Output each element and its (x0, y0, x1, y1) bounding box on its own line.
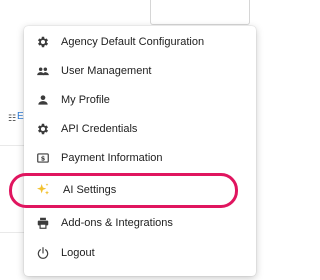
svg-text:$: $ (41, 154, 46, 162)
menu-item-logout[interactable]: Logout (24, 238, 248, 267)
background-link[interactable]: E (17, 111, 24, 122)
menu-item-user-management[interactable]: User Management (24, 56, 248, 85)
settings-dropdown-menu: Agency Default Configuration User Manage… (24, 26, 256, 276)
menu-item-label: API Credentials (61, 122, 138, 135)
power-icon (35, 245, 51, 261)
gear-icon (35, 121, 51, 137)
menu-item-label: Payment Information (61, 151, 163, 164)
menu-item-agency-default-configuration[interactable]: Agency Default Configuration (24, 27, 248, 56)
menu-item-label: Logout (61, 246, 95, 259)
people-icon (35, 63, 51, 79)
menu-item-api-credentials[interactable]: API Credentials (24, 114, 248, 143)
rss-icon: ☷ (8, 113, 17, 123)
person-icon (35, 92, 51, 108)
highlight-annotation (9, 173, 238, 208)
menu-item-my-profile[interactable]: My Profile (24, 85, 248, 114)
menu-item-label: User Management (61, 64, 152, 77)
menu-item-label: Agency Default Configuration (61, 35, 205, 48)
menu-item-label: Add-ons & Integrations (61, 216, 173, 229)
printer-icon (35, 215, 51, 231)
menu-item-payment-information[interactable]: $ Payment Information (24, 143, 248, 172)
payment-icon: $ (35, 150, 51, 166)
menu-item-add-ons-integrations[interactable]: Add-ons & Integrations (24, 208, 248, 237)
menu-item-label: My Profile (61, 93, 110, 106)
gear-icon (35, 34, 51, 50)
background-input-field (150, 0, 250, 25)
